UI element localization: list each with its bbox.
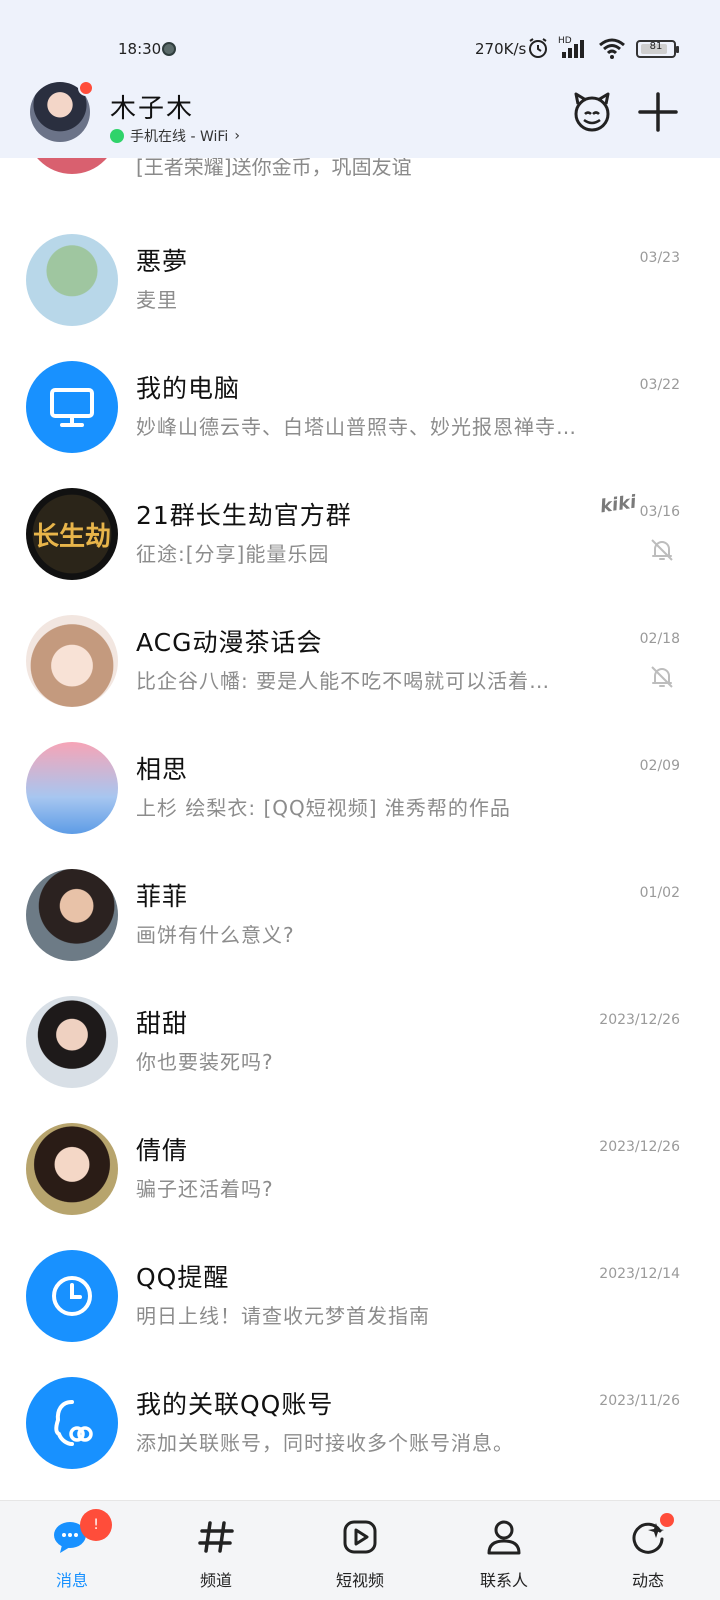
- chat-preview: 妙峰山德云寺、白塔山普照寺、妙光报恩禅寺…: [136, 415, 577, 439]
- chat-date: 02/18: [639, 631, 680, 647]
- tab-moments[interactable]: 动态: [576, 1501, 720, 1600]
- add-plus-icon[interactable]: [636, 90, 680, 134]
- tab-label: 频道: [199, 1571, 232, 1590]
- avatar-notification-dot: [78, 80, 94, 96]
- chat-preview: 麦里: [136, 288, 178, 312]
- chat-preview: 添加关联账号，同时接收多个账号消息。: [136, 1431, 514, 1455]
- online-status-text: 手机在线 - WiFi: [130, 129, 229, 145]
- person-icon: [487, 1520, 521, 1555]
- chat-name: 倩倩: [136, 1136, 189, 1165]
- chat-avatar: [26, 869, 118, 961]
- list-item[interactable]: 相思上杉 绘梨衣: [QQ短视频] 淮秀帮的作品 02/09: [0, 720, 720, 847]
- online-status[interactable]: 手机在线 - WiFi ›: [110, 126, 240, 146]
- list-item[interactable]: QQ提醒明日上线！请查收元梦首发指南 2023/12/14: [0, 1228, 720, 1355]
- battery-icon: 81: [636, 40, 679, 58]
- status-time: 18:30: [118, 40, 162, 58]
- chat-avatar: [26, 234, 118, 326]
- chat-date: 2023/12/26: [599, 1012, 680, 1028]
- chat-name: 悪夢: [136, 247, 189, 276]
- list-item[interactable]: ACG动漫茶话会比企谷八幡: 要是人能不吃不喝就可以活着… 02/18: [0, 593, 720, 720]
- computer-icon: [50, 388, 94, 427]
- tab-label: 短视频: [335, 1571, 384, 1590]
- muted-bell-icon: [651, 666, 673, 688]
- chat-name: 21群长生劫官方群: [136, 501, 352, 530]
- chat-avatar: [26, 1123, 118, 1215]
- tab-label: 动态: [631, 1571, 664, 1590]
- chat-name: ACG动漫茶话会: [136, 628, 323, 657]
- unread-badge: !: [80, 1509, 112, 1541]
- chat-preview: 上杉 绘梨衣: [QQ短视频] 淮秀帮的作品: [136, 796, 511, 820]
- chat-preview: 你也要装死吗?: [136, 1050, 274, 1074]
- profile-avatar[interactable]: [30, 80, 94, 142]
- list-item[interactable]: 菲菲画饼有什么意义? 01/02: [0, 847, 720, 974]
- chat-preview: 比企谷八幡: 要是人能不吃不喝就可以活着…: [136, 669, 551, 693]
- chat-name: 甜甜: [136, 1009, 189, 1038]
- chat-name: 相思: [136, 755, 189, 784]
- list-item[interactable]: [王者荣耀]送你金币，巩固友谊: [0, 158, 720, 188]
- chat-name: 我的关联QQ账号: [136, 1390, 334, 1419]
- top-bar: 18:30 270K/s HD 81 木子木 手机在线 - WiFi ›: [0, 0, 720, 158]
- svg-text:HD: HD: [558, 36, 572, 46]
- chat-date: 2023/12/26: [599, 1139, 680, 1155]
- chat-date: 01/02: [639, 885, 680, 901]
- muted-bell-icon: [651, 539, 673, 561]
- linked-account-icon: [54, 1400, 93, 1446]
- tab-contacts[interactable]: 联系人: [432, 1501, 576, 1600]
- chat-name: QQ提醒: [136, 1263, 230, 1292]
- chat-preview: 骗子还活着吗?: [136, 1177, 274, 1201]
- list-item[interactable]: 悪夢麦里 03/23: [0, 212, 720, 339]
- chat-preview: 画饼有什么意义?: [136, 923, 295, 947]
- wifi-icon: [599, 38, 625, 59]
- tab-label: 消息: [55, 1571, 88, 1590]
- clock-icon: [52, 1276, 92, 1316]
- chat-date: 2023/12/14: [599, 1266, 680, 1282]
- chat-avatar: [26, 615, 118, 707]
- avatar-logo-text: 长生劫: [32, 521, 111, 552]
- chat-avatar: [26, 1377, 118, 1469]
- list-item[interactable]: 我的电脑妙峰山德云寺、白塔山普照寺、妙光报恩禅寺… 03/22: [0, 339, 720, 466]
- tab-channels[interactable]: 频道: [144, 1501, 288, 1600]
- bottom-nav: ! 消息 频道 短视频 联系人 动态: [0, 1500, 720, 1600]
- online-indicator-icon: [110, 129, 124, 143]
- hash-icon: [198, 1521, 234, 1553]
- battery-percent: 81: [649, 41, 663, 52]
- tab-messages[interactable]: ! 消息: [0, 1501, 144, 1600]
- chat-date: 2023/11/26: [599, 1393, 680, 1409]
- chevron-right-icon: ›: [234, 128, 240, 144]
- status-bar: 18:30 270K/s HD 81: [0, 30, 720, 70]
- chat-name: 我的电脑: [136, 374, 241, 403]
- chat-avatar: [26, 996, 118, 1088]
- new-moments-dot: [660, 1513, 674, 1527]
- chat-preview: 明日上线！请查收元梦首发指南: [136, 1304, 430, 1328]
- chat-avatar: [26, 742, 118, 834]
- chat-avatar: 长生劫: [26, 488, 118, 580]
- alarm-icon: [529, 38, 547, 58]
- chat-avatar: [26, 1250, 118, 1342]
- video-play-icon: [343, 1520, 377, 1554]
- tab-label: 联系人: [479, 1571, 528, 1590]
- chat-avatar: [26, 158, 118, 174]
- sticker-badge: kiki: [598, 491, 638, 518]
- profile-name[interactable]: 木子木: [110, 88, 194, 125]
- signal-icon: HD: [558, 36, 584, 58]
- list-item[interactable]: 甜甜你也要装死吗? 2023/12/26: [0, 974, 720, 1101]
- list-item[interactable]: 倩倩骗子还活着吗? 2023/12/26: [0, 1101, 720, 1228]
- chat-date: 02/09: [639, 758, 680, 774]
- list-item[interactable]: 长生劫 21群长生劫官方群征途:[分享]能量乐园 03/16 kiki: [0, 466, 720, 593]
- chat-preview: 征途:[分享]能量乐园: [136, 542, 330, 566]
- chat-date: 03/23: [639, 250, 680, 266]
- qq-mascot-icon[interactable]: [570, 90, 614, 134]
- chat-date: 03/16: [639, 504, 680, 520]
- list-item[interactable]: 我的关联QQ账号添加关联账号，同时接收多个账号消息。 2023/11/26: [0, 1355, 720, 1482]
- chat-name: 菲菲: [136, 882, 189, 911]
- network-speed: 270K/s: [475, 40, 527, 58]
- chat-avatar: [26, 361, 118, 453]
- tab-short-video[interactable]: 短视频: [288, 1501, 432, 1600]
- notification-dot-icon: [162, 42, 176, 56]
- chat-preview: [王者荣耀]送你金币，巩固友谊: [136, 158, 412, 179]
- chat-list[interactable]: [王者荣耀]送你金币，巩固友谊 悪夢麦里 03/23 我的电脑妙峰山德云寺、白塔山普…: [0, 158, 720, 1500]
- chat-date: 03/22: [639, 377, 680, 393]
